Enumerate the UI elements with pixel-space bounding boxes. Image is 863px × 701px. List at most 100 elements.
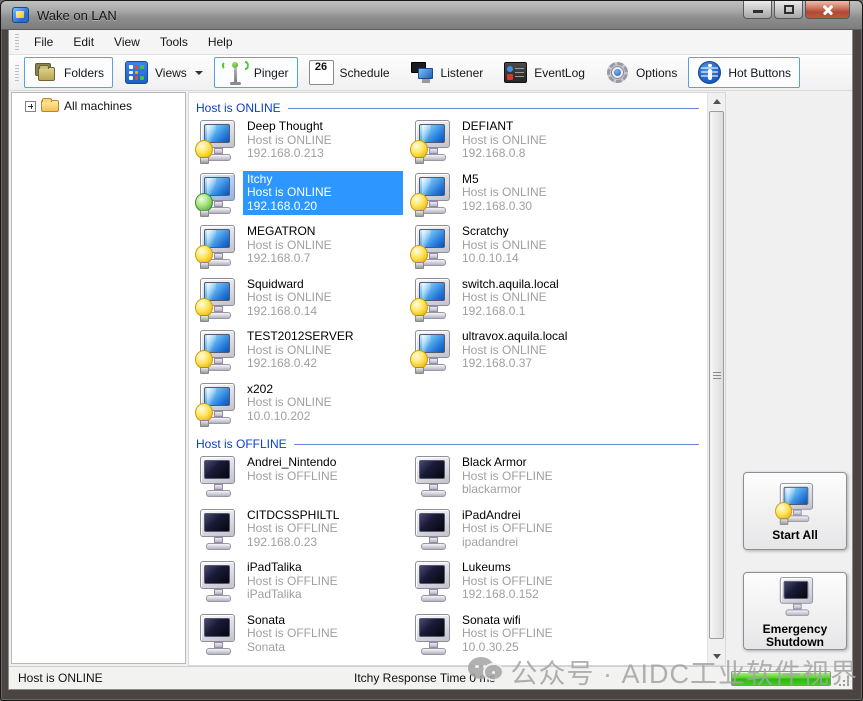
host-name: Itchy bbox=[247, 173, 398, 187]
host-detail: 192.168.0.37 bbox=[462, 357, 613, 371]
host-item[interactable]: ultravox.aquila.local Host is ONLINE 192… bbox=[410, 328, 625, 381]
menu-tools[interactable]: Tools bbox=[150, 31, 198, 53]
hot-buttons-button[interactable]: Hot Buttons bbox=[688, 57, 800, 88]
tree-expand-icon[interactable] bbox=[25, 101, 36, 112]
folders-label: Folders bbox=[64, 66, 104, 80]
titlebar: Wake on LAN bbox=[1, 1, 862, 30]
toolbar-grip[interactable] bbox=[15, 65, 19, 81]
status-bar: Host is ONLINE Itchy Response Time 0 ms bbox=[9, 666, 852, 689]
resize-grip[interactable] bbox=[837, 674, 849, 686]
menu-edit[interactable]: Edit bbox=[63, 31, 104, 53]
host-status: Host is ONLINE bbox=[247, 344, 398, 358]
computer-icon bbox=[195, 559, 237, 607]
pinger-button[interactable]: Pinger bbox=[214, 57, 298, 88]
scroll-up-button[interactable] bbox=[708, 93, 726, 110]
menu-help[interactable]: Help bbox=[198, 31, 243, 53]
host-status: Host is OFFLINE bbox=[247, 627, 398, 641]
host-detail: blackarmor bbox=[462, 483, 613, 497]
schedule-button[interactable]: 26 Schedule bbox=[300, 57, 399, 88]
menu-view[interactable]: View bbox=[104, 31, 150, 53]
host-name: iPadAndrei bbox=[462, 509, 613, 523]
computer-icon bbox=[195, 171, 237, 219]
host-detail: 192.168.0.152 bbox=[462, 588, 613, 602]
host-detail: Sonata bbox=[247, 641, 398, 655]
arrow-down-icon bbox=[713, 654, 721, 659]
host-item[interactable]: Scratchy Host is ONLINE 10.0.10.14 bbox=[410, 223, 625, 276]
scroll-down-button[interactable] bbox=[708, 648, 726, 665]
host-status: Host is OFFLINE bbox=[247, 522, 398, 536]
host-item[interactable]: Black Armor Host is OFFLINE blackarmor bbox=[410, 454, 625, 507]
host-name: ultravox.aquila.local bbox=[462, 330, 613, 344]
toolbar: Folders Views Pinger 26 Schedule Listene… bbox=[9, 55, 852, 91]
host-name: TEST2012SERVER bbox=[247, 330, 398, 344]
host-name: Squidward bbox=[247, 278, 398, 292]
host-item[interactable]: iPadAndrei Host is OFFLINE ipadandrei bbox=[410, 507, 625, 560]
host-item[interactable]: TEST2012SERVER Host is ONLINE 192.168.0.… bbox=[195, 328, 410, 381]
computer-icon bbox=[195, 381, 237, 429]
group-header: Host is OFFLINE bbox=[195, 433, 707, 454]
host-name: Sonata wifi bbox=[462, 614, 613, 628]
start-all-button[interactable]: Start All bbox=[743, 472, 847, 550]
lightbulb-icon bbox=[410, 245, 428, 269]
lightbulb-icon bbox=[195, 245, 213, 269]
scrollbar-grip-icon bbox=[713, 375, 721, 376]
main-area: All machines Host is ONLINE Deep Thought… bbox=[9, 91, 852, 666]
host-item[interactable]: CITDCSSPHILTL Host is OFFLINE 192.168.0.… bbox=[195, 507, 410, 560]
eventlog-icon bbox=[503, 60, 528, 85]
host-item[interactable]: Squeeze Host is OFFLINE bbox=[195, 664, 410, 665]
maximize-button[interactable] bbox=[774, 1, 803, 19]
host-status: Host is OFFLINE bbox=[462, 627, 613, 641]
host-item[interactable]: iPadTalika Host is OFFLINE iPadTalika bbox=[195, 559, 410, 612]
host-name: MEGATRON bbox=[247, 225, 398, 239]
app-window: Wake on LAN File Edit View Tools Help Fo… bbox=[0, 0, 863, 701]
vertical-scrollbar[interactable] bbox=[707, 93, 725, 665]
host-name: DEFIANT bbox=[462, 120, 613, 134]
scrollbar-thumb[interactable] bbox=[709, 111, 724, 639]
minimize-button[interactable] bbox=[743, 1, 772, 19]
emergency-shutdown-button[interactable]: Emergency Shutdown bbox=[743, 572, 847, 650]
computer-icon bbox=[410, 118, 452, 166]
schedule-icon: 26 bbox=[309, 60, 334, 85]
host-item[interactable]: Squidward Host is ONLINE 192.168.0.14 bbox=[195, 276, 410, 329]
host-detail: 10.0.30.25 bbox=[462, 641, 613, 655]
options-button[interactable]: Options bbox=[596, 57, 686, 88]
host-item[interactable]: Andrei_Nintendo Host is OFFLINE bbox=[195, 454, 410, 507]
host-name: x202 bbox=[247, 383, 398, 397]
host-status: Host is ONLINE bbox=[247, 134, 398, 148]
host-status: Host is ONLINE bbox=[462, 239, 613, 253]
host-detail: 192.168.0.8 bbox=[462, 147, 613, 161]
host-item[interactable]: Deep Thought Host is ONLINE 192.168.0.21… bbox=[195, 118, 410, 171]
computer-icon bbox=[195, 328, 237, 376]
close-button[interactable] bbox=[805, 1, 850, 19]
menu-bar: File Edit View Tools Help bbox=[9, 30, 852, 55]
eventlog-button[interactable]: EventLog bbox=[494, 57, 594, 88]
host-detail: 192.168.0.7 bbox=[247, 252, 398, 266]
chevron-down-icon bbox=[195, 71, 203, 75]
host-item[interactable]: Lukeums Host is OFFLINE 192.168.0.152 bbox=[410, 559, 625, 612]
host-detail: 192.168.0.1 bbox=[462, 305, 613, 319]
listener-button[interactable]: Listener bbox=[401, 57, 493, 88]
host-detail: 10.0.10.202 bbox=[247, 410, 398, 424]
host-status: Host is OFFLINE bbox=[247, 575, 398, 589]
computer-icon bbox=[410, 454, 452, 502]
tree-item-all-machines[interactable]: All machines bbox=[16, 99, 181, 113]
host-item[interactable]: Itchy Host is ONLINE 192.168.0.20 bbox=[195, 171, 410, 224]
host-item[interactable]: DEFIANT Host is ONLINE 192.168.0.8 bbox=[410, 118, 625, 171]
host-name: M5 bbox=[462, 173, 613, 187]
folders-button[interactable]: Folders bbox=[24, 57, 113, 88]
host-item[interactable]: switch.aquila.local Host is ONLINE 192.1… bbox=[410, 276, 625, 329]
host-status: Host is ONLINE bbox=[247, 291, 398, 305]
tree-item-label: All machines bbox=[64, 99, 132, 113]
views-button[interactable]: Views bbox=[115, 57, 212, 88]
lightbulb-icon bbox=[195, 193, 213, 217]
host-item[interactable]: x202 Host is ONLINE 10.0.10.202 bbox=[195, 381, 410, 434]
menu-file[interactable]: File bbox=[24, 31, 63, 53]
host-item[interactable]: Sonata wifi Host is OFFLINE 10.0.30.25 bbox=[410, 612, 625, 665]
computer-icon bbox=[410, 559, 452, 607]
menubar-grip[interactable] bbox=[15, 34, 19, 50]
host-item[interactable]: Sonata Host is OFFLINE Sonata bbox=[195, 612, 410, 665]
host-detail: 192.168.0.42 bbox=[247, 357, 398, 371]
status-response-time: Itchy Response Time 0 ms bbox=[354, 671, 495, 685]
host-item[interactable]: MEGATRON Host is ONLINE 192.168.0.7 bbox=[195, 223, 410, 276]
host-item[interactable]: M5 Host is ONLINE 192.168.0.30 bbox=[410, 171, 625, 224]
